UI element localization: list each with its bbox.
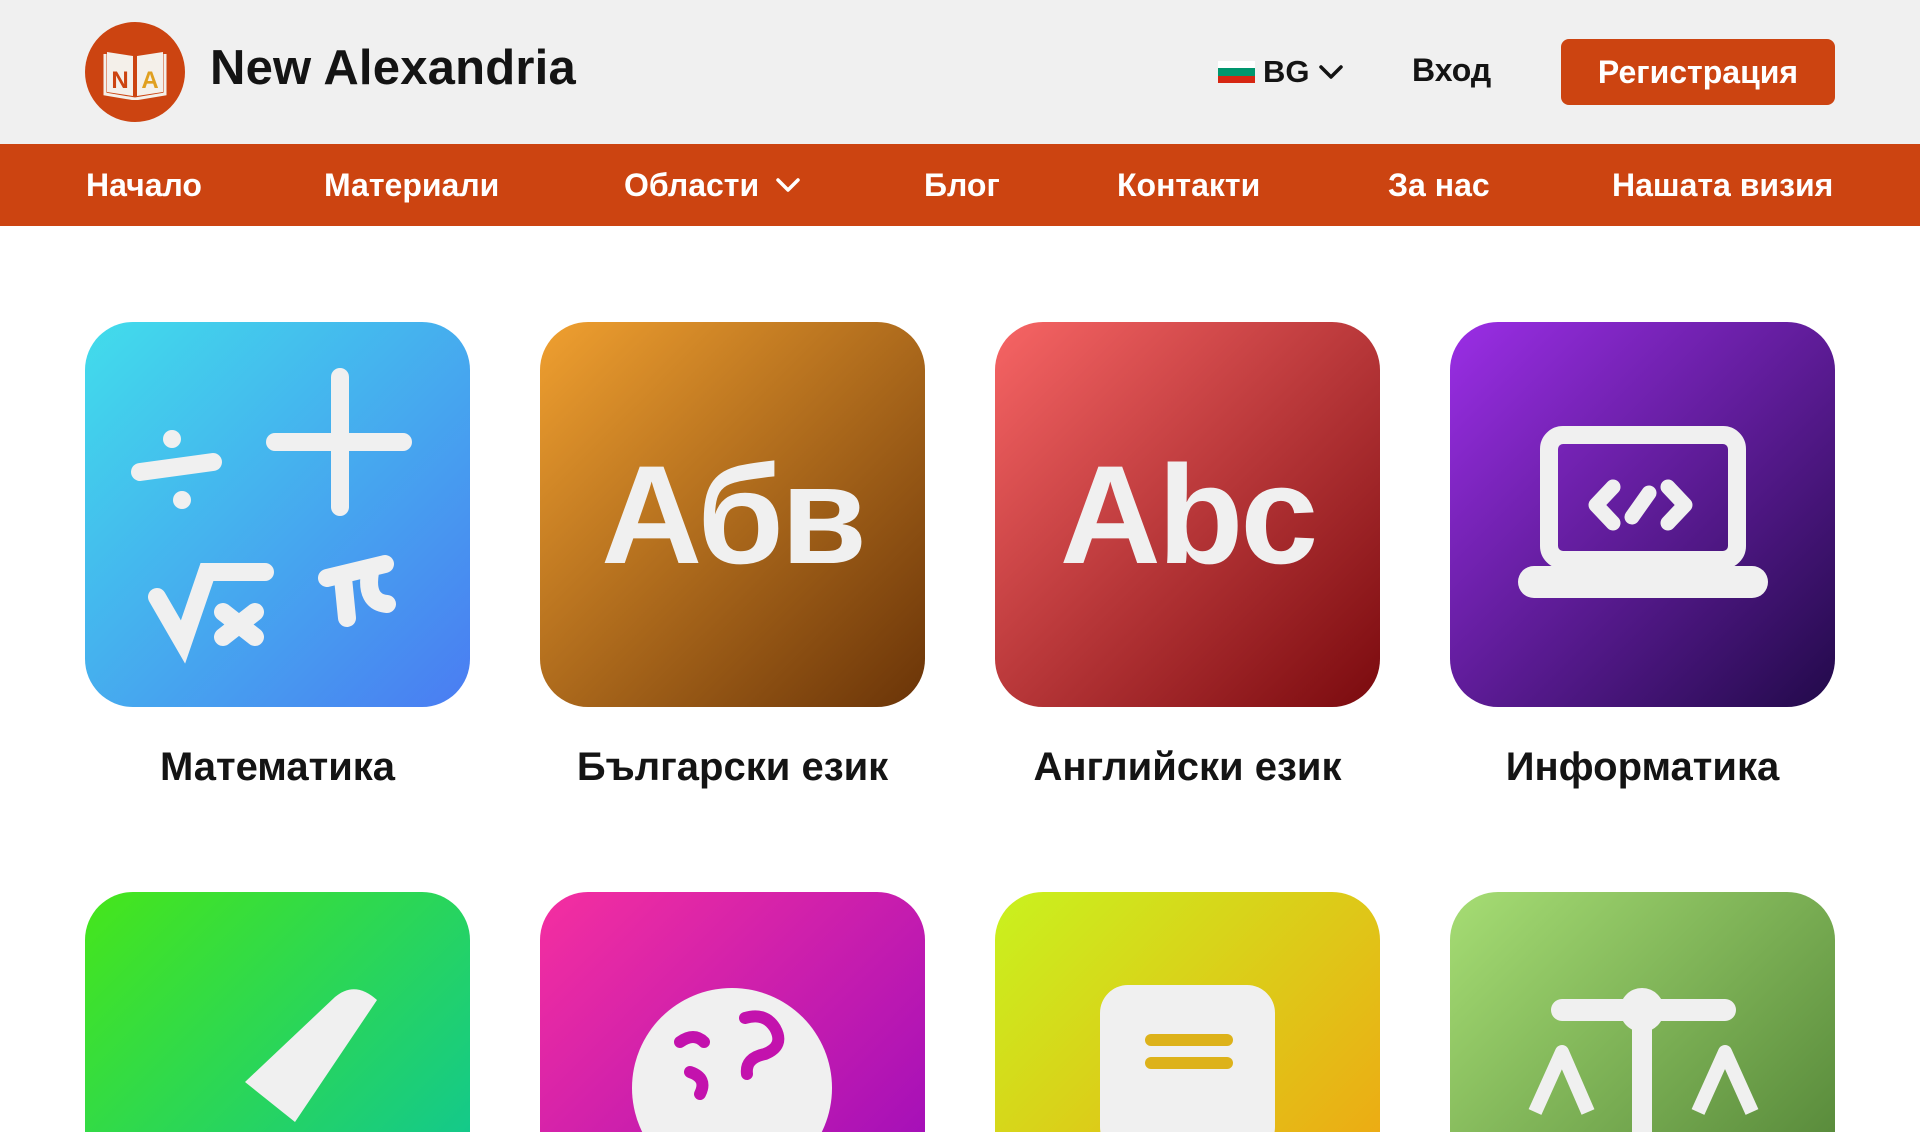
compass-icon [245,989,377,1122]
language-selector[interactable]: BG [1218,52,1344,92]
nav-item-home[interactable]: Начало [86,144,202,226]
logo[interactable]: N A [85,22,185,122]
nav-item-label: Материали [324,166,500,203]
site-header: N A New Alexandria BG Вход Регистрация [0,0,1920,144]
open-book-icon: N A [103,52,167,100]
register-button[interactable]: Регистрация [1561,39,1835,105]
subject-card-bulgarian[interactable]: Абв Български език [540,322,925,790]
nav-item-materials[interactable]: Материали [324,144,499,226]
cyrillic-letters-icon: Абв [601,435,867,593]
subject-card-informatics[interactable]: Информатика [1450,322,1835,790]
nav-item-label: Области [624,166,760,203]
login-link[interactable]: Вход [1412,52,1491,89]
laptop-code-icon [1518,426,1768,598]
nav-item-label: Начало [86,166,202,203]
subject-tile[interactable] [1450,892,1835,1132]
nav-item-label: Блог [924,166,1000,203]
brand-name[interactable]: New Alexandria [210,40,576,96]
subject-label[interactable]: Английски език [995,745,1380,790]
subject-card-literature[interactable] [995,892,1380,1132]
latin-letters-icon: Abc [1059,435,1318,593]
logo-letter-n: N [111,67,128,94]
nav-item-label: За нас [1388,166,1490,203]
language-code: BG [1263,54,1310,89]
subject-tile[interactable] [995,892,1380,1132]
subject-card-english[interactable]: Abc Английски език [995,322,1380,790]
globe-icon [632,988,832,1132]
math-symbols-icon [131,368,412,664]
nav-item-contacts[interactable]: Контакти [1117,144,1260,226]
nav-item-about[interactable]: За нас [1388,144,1490,226]
nav-item-areas[interactable]: Области [624,144,801,226]
nav-item-label: Нашата визия [1612,166,1834,203]
nav-item-label: Контакти [1117,166,1261,203]
subject-tile[interactable]: Abc [995,322,1380,707]
main-nav: Начало Материали Области Блог Контакти З… [0,144,1920,226]
subject-card-math[interactable]: Математика [85,322,470,790]
subject-card-geography[interactable] [540,892,925,1132]
subject-label[interactable]: Математика [85,745,470,790]
logo-letter-a: A [141,67,158,94]
subject-tile[interactable] [540,892,925,1132]
subject-label[interactable]: Български език [540,745,925,790]
nav-item-vision[interactable]: Нашата визия [1612,144,1833,226]
subject-tile[interactable] [85,892,470,1132]
chevron-down-icon [775,176,801,194]
subject-tile[interactable] [85,322,470,707]
subject-card-geometry[interactable] [85,892,470,1132]
chevron-down-icon [1318,65,1343,79]
document-icon [1100,985,1275,1132]
bulgaria-flag-icon [1218,61,1255,83]
subject-card-law[interactable] [1450,892,1835,1132]
subject-tile[interactable]: Абв [540,322,925,707]
scales-icon [1528,988,1759,1132]
subject-label[interactable]: Информатика [1450,745,1835,790]
subject-tile[interactable] [1450,322,1835,707]
nav-item-blog[interactable]: Блог [924,144,1000,226]
